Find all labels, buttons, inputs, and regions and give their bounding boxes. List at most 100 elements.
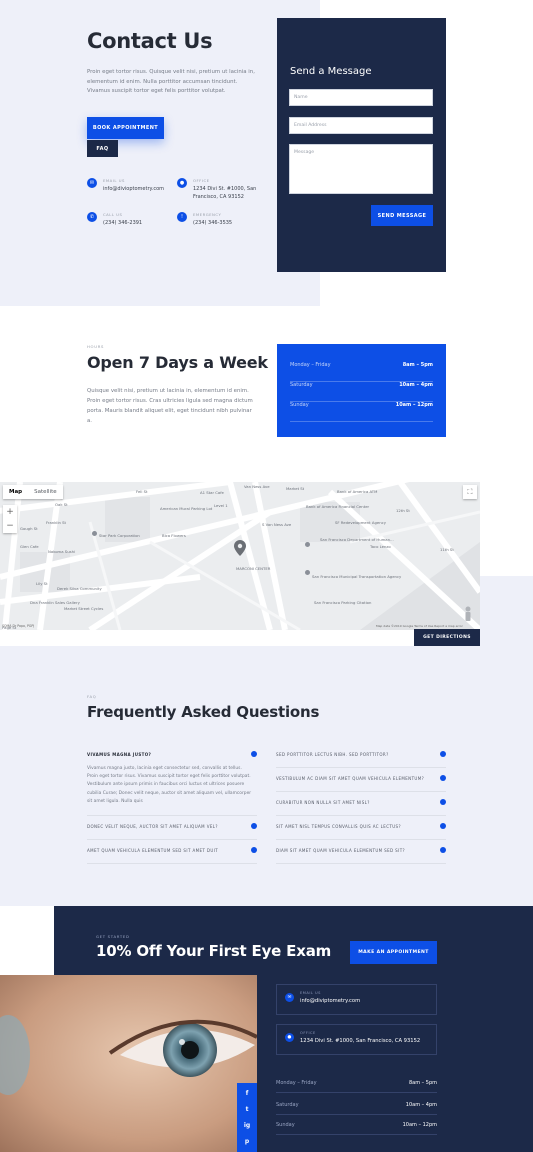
faq-question: SIT AMET NISL TEMPUS CONVALLIS QUIS AC L… bbox=[276, 824, 402, 829]
map-label: Bica Flowers bbox=[162, 533, 186, 538]
eye-photo bbox=[0, 975, 257, 1152]
contact-email-label: EMAIL US bbox=[103, 178, 125, 183]
map-label: San Francisco Municipal Transportation A… bbox=[312, 574, 402, 579]
toggle-icon[interactable] bbox=[251, 751, 257, 757]
map-label: Lily St bbox=[36, 581, 48, 586]
map-zoom-control: + − bbox=[3, 505, 17, 533]
contact-title: Contact Us bbox=[87, 29, 213, 53]
faq-title: Frequently Asked Questions bbox=[87, 703, 320, 721]
map-label: Market Street Cycles bbox=[64, 606, 104, 611]
faq-section-bg bbox=[0, 646, 533, 906]
contact-emergency-value[interactable]: (234) 346-3535 bbox=[193, 219, 268, 227]
message-field[interactable]: Message bbox=[289, 144, 433, 194]
faq-item[interactable]: VESTIBULUM AC DIAM SIT AMET QUAM VEHICUL… bbox=[276, 768, 446, 792]
faq-item[interactable]: SIT AMET NISL TEMPUS CONVALLIS QUIS AC L… bbox=[276, 816, 446, 840]
toggle-icon[interactable] bbox=[251, 847, 257, 853]
faq-item[interactable]: DIAM SIT AMET QUAM VEHICULA ELEMENTUM SE… bbox=[276, 840, 446, 864]
hours-eyebrow: HOURS bbox=[87, 344, 105, 349]
cta-hours-day: Saturday bbox=[276, 1101, 299, 1108]
map-label: Fell St bbox=[136, 489, 148, 494]
map-label: Derek Silva Community bbox=[57, 586, 102, 591]
fullscreen-icon[interactable]: ⛶ bbox=[463, 485, 477, 499]
map-attribution[interactable]: Map data ©2019 Google Terms of Use Repor… bbox=[376, 624, 463, 628]
map-label: Franklin St bbox=[46, 520, 67, 525]
hours-time: 10am – 12pm bbox=[395, 402, 433, 408]
instagram-icon[interactable]: ig bbox=[244, 1122, 250, 1129]
map-tab-map[interactable]: Map bbox=[3, 485, 28, 499]
faq-question: VIVAMUS MAGNA JUSTO? bbox=[87, 752, 152, 757]
cta-hours-row: Sunday 10am – 12pm bbox=[276, 1115, 437, 1135]
faq-item[interactable]: AMET QUAM VEHICULA ELEMENTUM SED SIT AME… bbox=[87, 840, 257, 864]
pegman-icon[interactable] bbox=[464, 606, 472, 622]
contact-emergency-label: EMERGENCY bbox=[193, 212, 222, 217]
faq-question: VESTIBULUM AC DIAM SIT AMET QUAM VEHICUL… bbox=[276, 776, 425, 781]
hours-time: 10am – 4pm bbox=[399, 382, 433, 388]
toggle-icon[interactable] bbox=[440, 823, 446, 829]
message-form-title: Send a Message bbox=[290, 66, 372, 77]
map-label: San Francisco Department of Human... bbox=[320, 537, 394, 542]
toggle-icon[interactable] bbox=[440, 775, 446, 781]
contact-email: ✉ EMAIL US info@divioptometry.com bbox=[87, 178, 177, 208]
map-label: San Francisco Parking Citation bbox=[314, 600, 372, 605]
twitter-icon[interactable]: t bbox=[246, 1106, 249, 1113]
toggle-icon[interactable] bbox=[440, 847, 446, 853]
map-label: 11th St bbox=[440, 547, 454, 552]
toggle-icon[interactable] bbox=[251, 823, 257, 829]
map-pin-icon[interactable] bbox=[234, 540, 246, 556]
location-icon: ● bbox=[285, 1033, 294, 1042]
cta-office-box: ● OFFICE 1234 Divi St. #1000, San Franci… bbox=[276, 1024, 437, 1055]
hours-day: Sunday bbox=[290, 402, 309, 408]
toggle-icon[interactable] bbox=[440, 751, 446, 757]
map-label: Level 1 bbox=[214, 503, 228, 508]
hours-day: Monday – Friday bbox=[290, 362, 331, 368]
map-label: SF Redevelopment Agency bbox=[335, 520, 386, 525]
faq-item[interactable]: SED PORTTITOR LECTUS NIBH. SED PORTTITOR… bbox=[276, 744, 446, 768]
contact-emergency: ! EMERGENCY (234) 346-3535 bbox=[177, 212, 267, 242]
zoom-in-button[interactable]: + bbox=[3, 505, 17, 519]
toggle-icon[interactable] bbox=[440, 799, 446, 805]
map-tab-satellite[interactable]: Satellite bbox=[28, 485, 63, 499]
eye-image bbox=[0, 975, 257, 1152]
cta-hours-time: 8am – 5pm bbox=[408, 1079, 437, 1086]
emergency-icon: ! bbox=[177, 212, 187, 222]
faq-eyebrow: FAQ bbox=[87, 694, 97, 699]
map-label: S Van Ness Ave bbox=[262, 522, 292, 527]
faq-item[interactable]: CURABITUR NON NULLA SIT AMET NISL? bbox=[276, 792, 446, 816]
social-bar: f t ig p bbox=[237, 1083, 257, 1152]
map[interactable]: Bank of America ATM Bank of America Fina… bbox=[0, 482, 480, 630]
map-label: Gough St bbox=[20, 526, 38, 531]
contact-text: Proin eget tortor risus. Quisque velit n… bbox=[87, 69, 255, 95]
map-label: Nakoma Sushi bbox=[48, 549, 76, 554]
facebook-icon[interactable]: f bbox=[246, 1090, 249, 1097]
cta-email-value[interactable]: info@diviptometry.com bbox=[300, 998, 360, 1004]
pinterest-icon[interactable]: p bbox=[245, 1138, 249, 1145]
contact-office-label: OFFICE bbox=[193, 178, 210, 183]
faq-question: AMET QUAM VEHICULA ELEMENTUM SED SIT AME… bbox=[87, 848, 219, 853]
map-label: American Mural Parking Lot bbox=[160, 506, 213, 511]
cta-office-label: OFFICE bbox=[300, 1031, 316, 1035]
name-field[interactable]: Name bbox=[289, 89, 433, 106]
get-directions-button[interactable]: GET DIRECTIONS bbox=[414, 629, 480, 646]
contact-phone: ✆ CALL US (234) 346-2391 bbox=[87, 212, 177, 242]
cta-hours-row: Monday – Friday 8am – 5pm bbox=[276, 1073, 437, 1093]
zoom-out-button[interactable]: − bbox=[3, 519, 17, 533]
map-poi-icon bbox=[305, 542, 310, 547]
hours-title: Open 7 Days a Week bbox=[87, 353, 268, 372]
map-label: Glen Cafe bbox=[20, 544, 39, 549]
cta-hours-row: Saturday 10am – 4pm bbox=[276, 1095, 437, 1115]
faq-item[interactable]: DONEC VELIT NEQUE, AUCTOR SIT AMET ALIQU… bbox=[87, 816, 257, 840]
cta-eyebrow: GET STARTED bbox=[96, 934, 130, 939]
email-icon: ✉ bbox=[87, 178, 97, 188]
faq-button[interactable]: FAQ bbox=[87, 140, 118, 157]
contact-phone-label: CALL US bbox=[103, 212, 123, 217]
book-appointment-button[interactable]: BOOK APPOINTMENT bbox=[87, 117, 164, 139]
contact-phone-value[interactable]: (234) 346-2391 bbox=[103, 219, 178, 227]
cta-hours-day: Sunday bbox=[276, 1121, 295, 1128]
contact-email-value[interactable]: info@divioptometry.com bbox=[103, 185, 178, 193]
make-appointment-button[interactable]: MAKE AN APPOINTMENT bbox=[350, 941, 437, 964]
contact-office-value: 1234 Divi St. #1000, San Francisco, CA 9… bbox=[193, 186, 257, 200]
send-message-button[interactable]: SEND MESSAGE bbox=[371, 205, 433, 226]
hours-row: Sunday 10am – 12pm bbox=[290, 402, 433, 422]
faq-question: DONEC VELIT NEQUE, AUCTOR SIT AMET ALIQU… bbox=[87, 824, 218, 829]
email-field[interactable]: Email Address bbox=[289, 117, 433, 134]
